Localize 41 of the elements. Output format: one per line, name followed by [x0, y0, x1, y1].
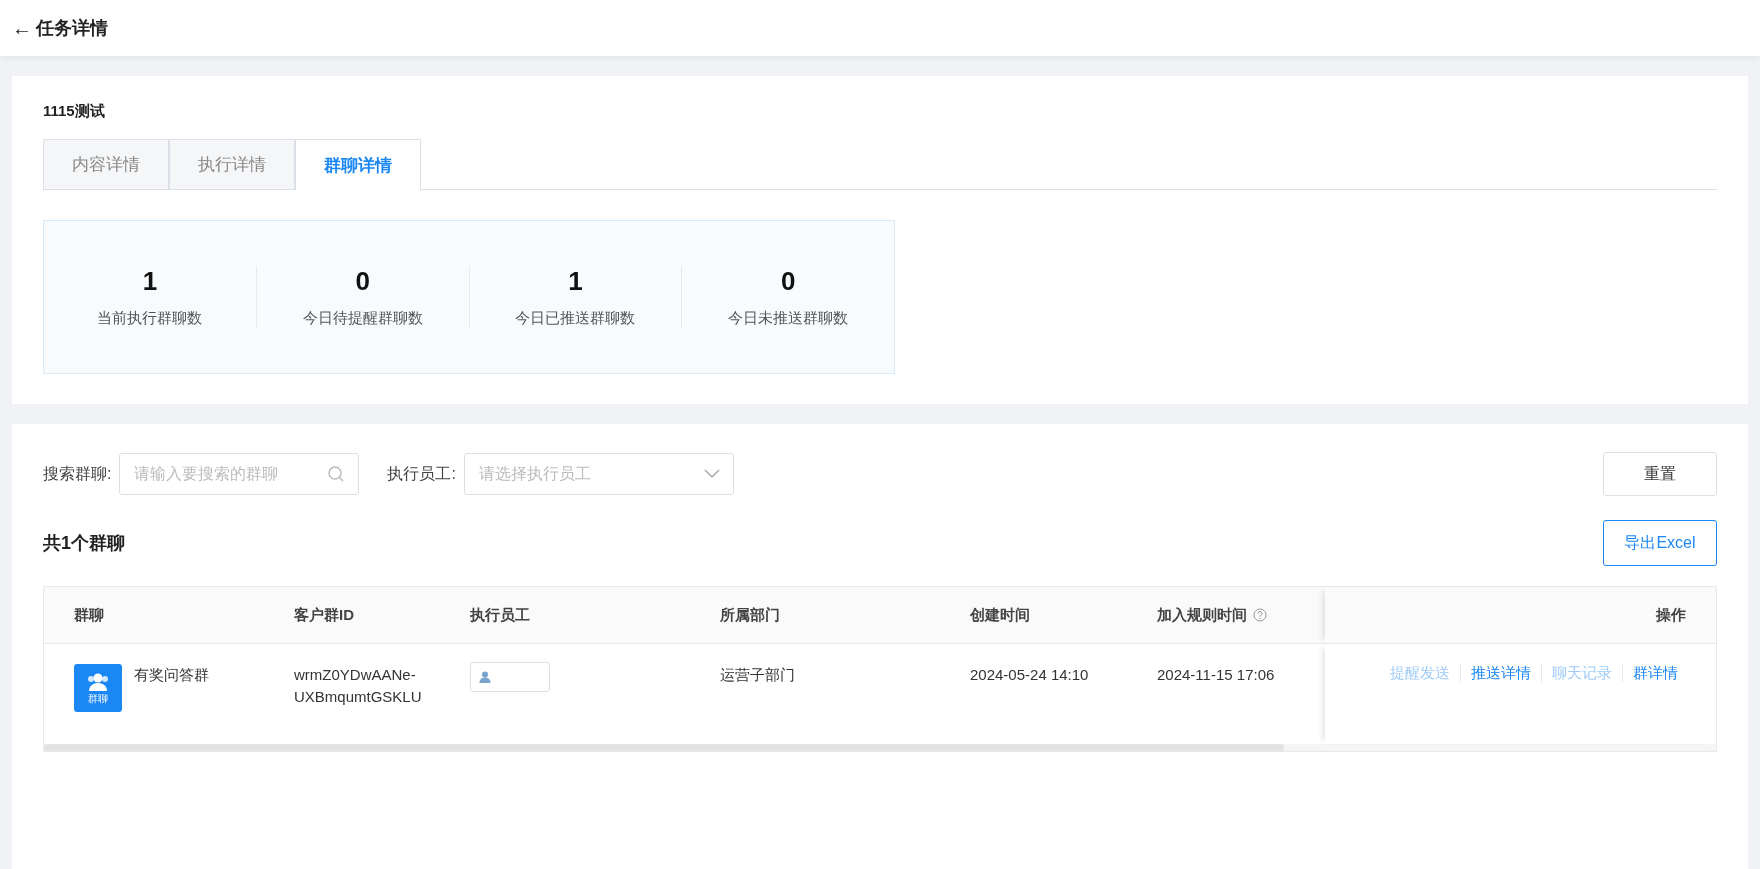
department: 运营子部门 — [720, 666, 795, 683]
column-header: 客户群ID — [294, 605, 354, 625]
action-link[interactable]: 推送详情 — [1460, 664, 1541, 682]
stat-value: 0 — [780, 266, 796, 297]
column-header: 操作 — [1656, 605, 1686, 625]
joined-time: 2024-11-15 17:06 — [1157, 666, 1275, 683]
stat-value: 1 — [568, 266, 583, 297]
help-icon — [1253, 608, 1267, 622]
group-name: 有奖问答群 — [134, 665, 209, 685]
back-button[interactable]: ← — [12, 16, 32, 40]
tab[interactable]: 执行详情 — [169, 139, 295, 189]
stat-value: 0 — [355, 266, 370, 297]
column-header: 群聊 — [74, 605, 104, 625]
group-count: 共1个群聊 — [43, 532, 125, 555]
tab[interactable]: 群聊详情 — [295, 139, 421, 190]
export-button[interactable]: 导出Excel — [1603, 520, 1717, 566]
person-icon — [479, 671, 491, 683]
created-time: 2024-05-24 14:10 — [970, 666, 1089, 683]
stat-label: 今日未推送群聊数 — [728, 309, 849, 328]
column-header: 所属部门 — [720, 605, 780, 625]
staff-select[interactable]: 请选择执行员工 — [463, 453, 734, 495]
search-label: 搜索群聊: — [43, 463, 112, 484]
stat-label: 今日待提醒群聊数 — [302, 309, 423, 328]
reset-button[interactable]: 重置 — [1603, 452, 1717, 496]
chevron-down-icon — [703, 469, 720, 479]
column-header: 创建时间 — [970, 605, 1030, 625]
tab[interactable]: 内容详情 — [43, 139, 169, 189]
scrollbar[interactable] — [44, 744, 1284, 751]
action-link[interactable]: 群详情 — [1622, 664, 1688, 682]
column-header: 执行员工 — [470, 605, 530, 625]
search-field[interactable]: 请输入要搜索的群聊 — [119, 453, 360, 495]
group-avatar: 群聊 — [74, 664, 122, 712]
stat-value: 1 — [142, 266, 158, 297]
column-header: 加入规则时间 — [1157, 605, 1247, 625]
task-name: 1115测试 — [43, 102, 106, 121]
group-id: wrmZ0YDwAANe-UXBmqumtGSKLU — [294, 665, 423, 707]
search-icon — [327, 465, 346, 483]
page-title: 任务详情 — [36, 17, 108, 40]
stat-label: 当前执行群聊数 — [97, 309, 203, 328]
stat-label: 今日已推送群聊数 — [515, 309, 636, 328]
staff-label: 执行员工: — [387, 463, 456, 484]
